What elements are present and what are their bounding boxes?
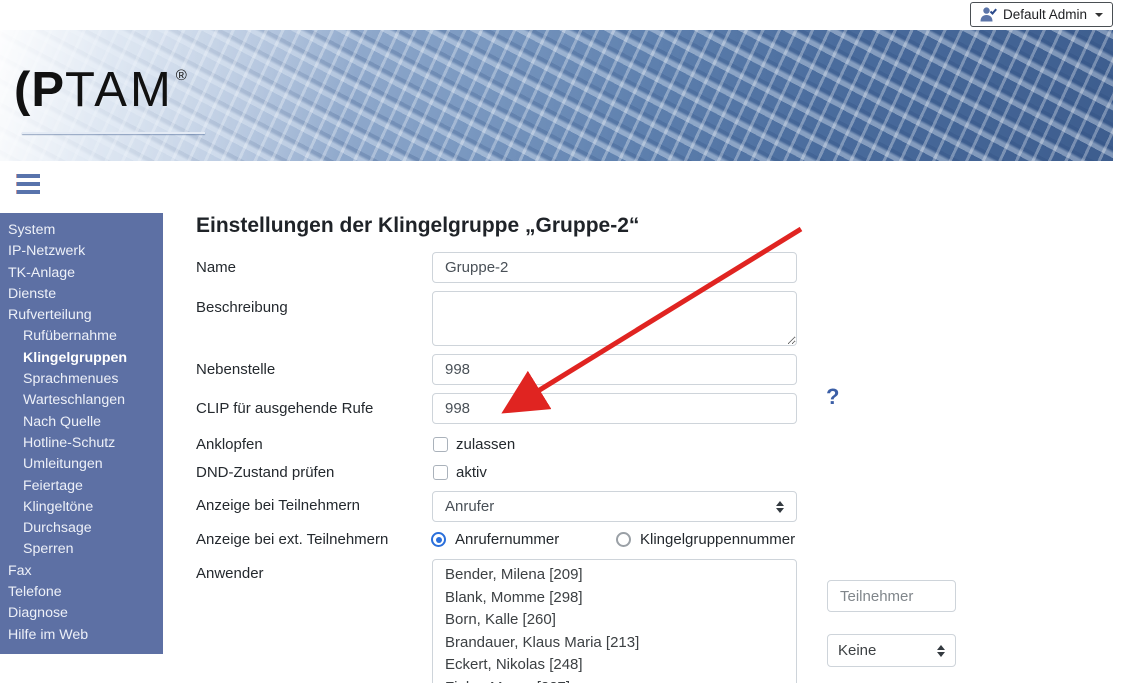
select-arrows-icon [937,645,945,657]
anklopfen-checkbox[interactable] [433,437,448,452]
anzeige-select-value: Anrufer [445,498,494,515]
nebenstelle-input[interactable] [432,354,797,385]
hamburger-bar [16,174,40,178]
name-input[interactable] [432,252,797,283]
help-icon[interactable]: ? [826,384,839,410]
anrufernummer-radio-label[interactable]: Anrufernummer [455,531,559,548]
dnd-label: DND-Zustand prüfen [196,464,334,481]
logo-underline [22,132,205,134]
list-item[interactable]: Eckert, Nikolas [248] [433,654,796,677]
sidebar-item-hotline-schutz[interactable]: Hotline-Schutz [0,433,163,454]
anzeige-select[interactable]: Anrufer [432,491,797,522]
sidebar-item-hilfe-im-web[interactable]: Hilfe im Web [0,625,163,646]
anklopfen-option-label: zulassen [456,436,515,453]
sidebar-item-telefone[interactable]: Telefone [0,582,163,603]
sidebar-item-rufverteilung[interactable]: Rufverteilung [0,305,163,326]
klingelgruppennummer-radio-label[interactable]: Klingelgruppennummer [640,531,795,548]
filter-select-value: Keine [838,642,876,659]
klingelgruppennummer-radio[interactable] [616,532,631,547]
menu-toggle-button[interactable] [16,174,40,198]
sidebar-item-tk-anlage[interactable]: TK-Anlage [0,263,163,284]
admin-button-label: Default Admin [1003,7,1087,22]
hamburger-bar [16,182,40,186]
anzeige-label: Anzeige bei Teilnehmern [196,497,360,514]
beschreibung-textarea[interactable] [432,291,797,346]
anklopfen-label: Anklopfen [196,436,263,453]
sidebar-item-klingeltoene[interactable]: Klingeltöne [0,497,163,518]
list-item[interactable]: Finke, Maura [227] [433,677,796,683]
logo-light-text: TAM [65,63,174,117]
page-title: Einstellungen der Klingelgruppe „Gruppe-… [196,214,639,238]
sidebar-item-feiertage[interactable]: Feiertage [0,476,163,497]
beschreibung-label: Beschreibung [196,299,288,316]
sidebar-item-nach-quelle[interactable]: Nach Quelle [0,412,163,433]
sidebar-item-klingelgruppen[interactable]: Klingelgruppen [0,348,163,369]
iptam-logo: (PTAM® [14,62,188,118]
registered-mark: ® [176,67,188,84]
hamburger-bar [16,190,40,194]
sidebar-item-umleitungen[interactable]: Umleitungen [0,454,163,475]
sidebar-item-diagnose[interactable]: Diagnose [0,603,163,624]
nebenstelle-label: Nebenstelle [196,361,275,378]
admin-menu-button[interactable]: Default Admin [970,2,1113,27]
clip-label: CLIP für ausgehende Rufe [196,400,373,417]
page: Default Admin (PTAM® System IP-Netzwerk … [0,0,1125,683]
dnd-option-label: aktiv [456,464,487,481]
sidebar-item-ip-netzwerk[interactable]: IP-Netzwerk [0,241,163,262]
name-label: Name [196,259,236,276]
sidebar-item-sperren[interactable]: Sperren [0,539,163,560]
sidebar-item-warteschlangen[interactable]: Warteschlangen [0,390,163,411]
filter-select[interactable]: Keine [827,634,956,667]
sidebar-nav: System IP-Netzwerk TK-Anlage Dienste Ruf… [0,213,163,654]
banner-image: (PTAM® [0,30,1113,161]
logo-heavy-text: (P [14,63,65,117]
teilnehmer-input[interactable] [827,580,956,612]
clip-input[interactable] [432,393,797,424]
dnd-checkbox[interactable] [433,465,448,480]
list-item[interactable]: Bender, Milena [209] [433,564,796,587]
anzeige-ext-label: Anzeige bei ext. Teilnehmern [196,531,388,548]
caret-down-icon [1095,13,1103,17]
select-arrows-icon [776,501,784,513]
list-item[interactable]: Born, Kalle [260] [433,609,796,632]
list-item[interactable]: Brandauer, Klaus Maria [213] [433,632,796,655]
list-item[interactable]: Blank, Momme [298] [433,587,796,610]
sidebar-item-fax[interactable]: Fax [0,561,163,582]
sidebar-item-sprachmenues[interactable]: Sprachmenues [0,369,163,390]
sidebar-item-system[interactable]: System [0,220,163,241]
sidebar-item-durchsage[interactable]: Durchsage [0,518,163,539]
anrufernummer-radio[interactable] [431,532,446,547]
sidebar-item-rufuebernahme[interactable]: Rufübernahme [0,326,163,347]
user-check-icon [980,7,997,22]
sidebar-item-dienste[interactable]: Dienste [0,284,163,305]
anwender-label: Anwender [196,565,264,582]
anwender-listbox: Bender, Milena [209] Blank, Momme [298] … [432,559,797,683]
